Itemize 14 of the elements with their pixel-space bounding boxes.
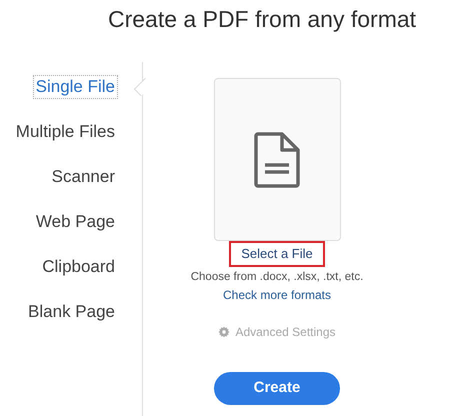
sidebar-item[interactable]: Single File (32, 75, 118, 99)
page-title: Create a PDF from any format (107, 5, 418, 34)
formats-link[interactable]: Check more formats (222, 286, 332, 304)
sidebar-item[interactable]: Blank Page (25, 300, 118, 324)
sidebar-item[interactable]: Web Page (32, 210, 118, 234)
format-hint: Choose from .docx, .xlsx, .txt, etc. (190, 270, 364, 284)
settings-icon (218, 326, 230, 338)
document-icon (254, 132, 300, 188)
sidebar-item[interactable]: Clipboard (39, 255, 118, 279)
create-button[interactable]: Create (214, 372, 340, 405)
sidebar-item[interactable]: Multiple Files (12, 120, 118, 144)
file-drop-area[interactable] (214, 78, 340, 241)
select-file-button[interactable]: Select a File (229, 241, 325, 266)
sidebar-item[interactable]: Scanner (48, 165, 118, 189)
